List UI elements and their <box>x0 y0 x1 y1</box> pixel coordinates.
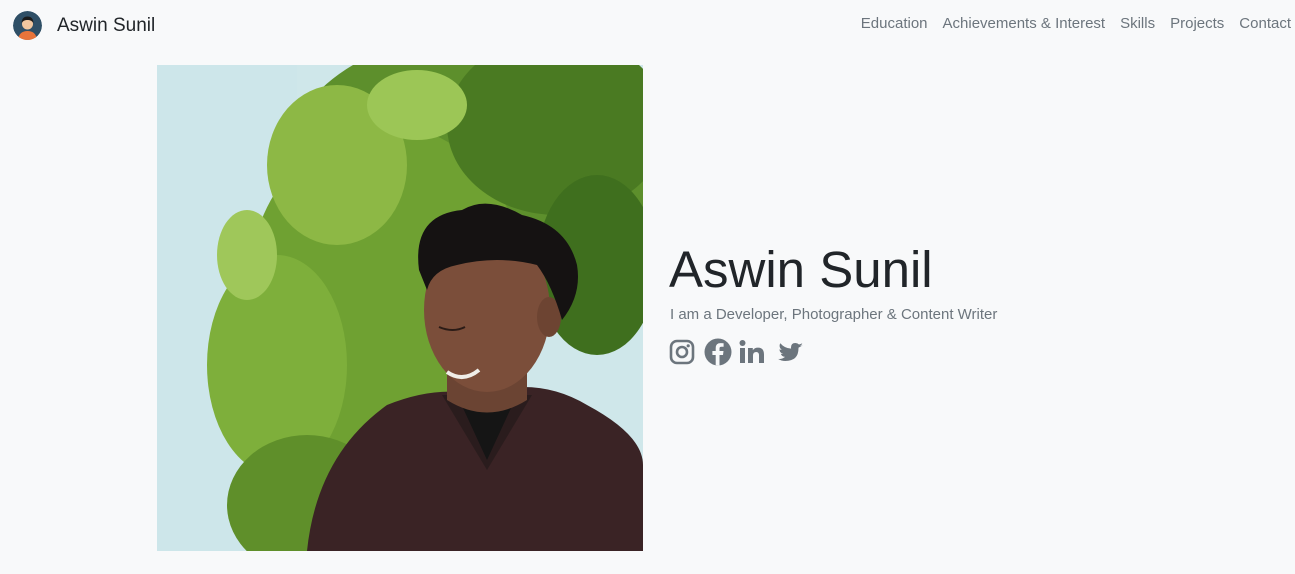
nav-link-education[interactable]: Education <box>861 15 928 32</box>
page-title: Aswin Sunil <box>669 241 933 298</box>
nav-link-contact[interactable]: Contact <box>1239 15 1291 32</box>
instagram-icon[interactable] <box>669 338 695 366</box>
nav-links: Education Achievements & Interest Skills… <box>861 15 1291 32</box>
social-links <box>669 338 997 366</box>
linkedin-icon[interactable] <box>739 338 765 366</box>
facebook-icon[interactable] <box>704 338 732 366</box>
nav-link-projects[interactable]: Projects <box>1170 15 1224 32</box>
brand-link[interactable]: Aswin Sunil <box>13 11 155 40</box>
hero-subtitle: I am a Developer, Photographer & Content… <box>670 306 998 323</box>
profile-photo <box>157 65 643 551</box>
nav-link-achievements[interactable]: Achievements & Interest <box>943 15 1106 32</box>
navbar: Aswin Sunil Education Achievements & Int… <box>0 0 1295 50</box>
brand-name: Aswin Sunil <box>57 14 156 36</box>
twitter-icon[interactable] <box>774 338 803 366</box>
hero-text: Aswin Sunil I am a Developer, Photograph… <box>669 240 997 366</box>
nav-link-skills[interactable]: Skills <box>1120 15 1155 32</box>
avatar <box>13 11 42 40</box>
